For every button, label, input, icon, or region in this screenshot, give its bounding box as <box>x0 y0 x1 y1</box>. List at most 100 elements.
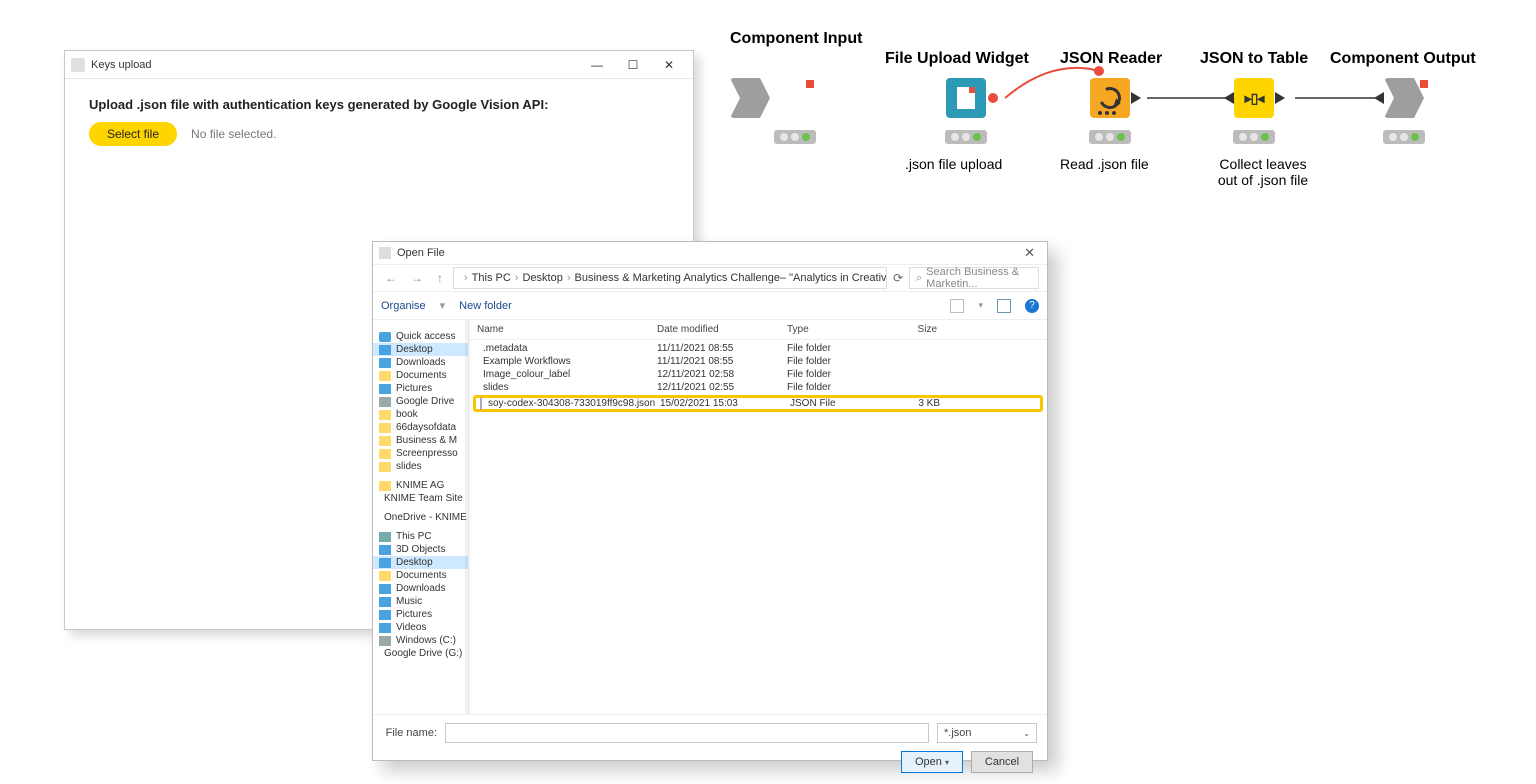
nav-item[interactable]: Downloads <box>373 356 468 369</box>
view-options-button[interactable] <box>950 299 964 313</box>
node-status <box>945 130 987 144</box>
node-status <box>1383 130 1425 144</box>
toolbar-row: Organise▾ New folder ▾ ? <box>373 292 1047 320</box>
minimize-button[interactable]: ― <box>579 54 615 76</box>
maximize-button[interactable]: ☐ <box>615 54 651 76</box>
node-sub: Read .json file <box>1060 156 1149 172</box>
breadcrumb-item[interactable]: Desktop <box>522 272 562 284</box>
component-input-node[interactable] <box>730 78 770 118</box>
nav-thispc[interactable]: This PC <box>373 530 468 543</box>
json-to-table-node[interactable]: ▸▯◂ <box>1234 78 1274 118</box>
col-size[interactable]: Size <box>877 324 937 335</box>
node-title: Component Output <box>1330 50 1476 68</box>
node-title: File Upload Widget <box>885 50 1029 68</box>
nav-item[interactable]: KNIME Team Site <box>373 492 468 505</box>
file-type-filter[interactable]: *.json⌄ <box>937 723 1037 743</box>
address-row: ← → ↑ › This PC › Desktop › Business & M… <box>373 264 1047 292</box>
flow-var-out-icon <box>988 93 998 103</box>
nav-item[interactable]: Windows (C:) <box>373 634 468 647</box>
file-icon <box>957 87 975 109</box>
node-status <box>1233 130 1275 144</box>
search-input[interactable]: ⌕ Search Business & Marketin... <box>909 267 1039 289</box>
nav-item[interactable]: book <box>373 408 468 421</box>
nav-item[interactable]: Music <box>373 595 468 608</box>
nav-item[interactable]: Documents <box>373 569 468 582</box>
nav-item[interactable]: Pictures <box>373 608 468 621</box>
nav-item[interactable]: Videos <box>373 621 468 634</box>
component-output-node[interactable] <box>1384 78 1424 118</box>
file-name-input[interactable] <box>445 723 929 743</box>
node-title: JSON to Table <box>1200 50 1308 68</box>
json-reader-node[interactable] <box>1090 78 1130 118</box>
nav-onedrive[interactable]: OneDrive - KNIME <box>373 511 468 524</box>
nav-knime[interactable]: KNIME AG <box>373 479 468 492</box>
data-out-port-icon <box>1275 92 1285 104</box>
select-file-button[interactable]: Select file <box>89 122 177 146</box>
keys-heading: Upload .json file with authentication ke… <box>89 97 669 112</box>
node-sub: Collect leaves out of .json file <box>1208 156 1318 188</box>
breadcrumb-item[interactable]: Business & Marketing Analytics Challenge… <box>575 272 887 284</box>
nav-quick-access[interactable]: Quick access <box>373 330 468 343</box>
nav-fwd-button[interactable]: → <box>407 271 427 285</box>
file-row[interactable]: Image_colour_label12/11/2021 02:58File f… <box>469 368 1047 381</box>
keys-titlebar: Keys upload ― ☐ ✕ <box>65 51 693 79</box>
node-title: JSON Reader <box>1060 50 1162 68</box>
workflow-canvas: Component Input File Upload Widget .json… <box>730 30 1520 230</box>
nav-item[interactable]: Desktop <box>373 556 468 569</box>
open-file-title: Open File <box>397 247 445 259</box>
file-row[interactable]: soy-codex-304308-733019ff9c98.json15/02/… <box>473 395 1043 412</box>
data-in-port-icon <box>1374 92 1384 104</box>
node-title: Component Input <box>730 30 862 48</box>
data-out-port-icon <box>1131 92 1141 104</box>
open-button[interactable]: Open ▾ <box>901 751 963 773</box>
nav-item[interactable]: 66daysofdata <box>373 421 468 434</box>
json-table-icon: ▸▯◂ <box>1245 90 1264 107</box>
new-folder-button[interactable]: New folder <box>459 300 512 312</box>
file-row[interactable]: .metadata11/11/2021 08:55File folder <box>469 342 1047 355</box>
nav-item[interactable]: slides <box>373 460 468 473</box>
col-date[interactable]: Date modified <box>657 324 787 335</box>
nav-pane: Quick access Desktop Downloads Documents… <box>373 320 469 714</box>
nav-item[interactable]: Screenpresso <box>373 447 468 460</box>
refresh-button[interactable]: ⟳ <box>893 271 903 285</box>
open-footer: File name: *.json⌄ Open ▾ Cancel <box>373 714 1047 781</box>
nav-item[interactable]: Business & M <box>373 434 468 447</box>
organise-menu[interactable]: Organise <box>381 300 426 312</box>
open-file-window: Open File ✕ ← → ↑ › This PC › Desktop › … <box>372 241 1048 761</box>
keys-title: Keys upload <box>91 59 152 71</box>
file-list: Name Date modified Type Size .metadata11… <box>469 320 1047 714</box>
dialog-icon <box>379 247 391 259</box>
file-row[interactable]: slides12/11/2021 02:55File folder <box>469 381 1047 394</box>
file-upload-node[interactable] <box>946 78 986 118</box>
search-placeholder: Search Business & Marketin... <box>926 266 1032 290</box>
nav-item[interactable]: Pictures <box>373 382 468 395</box>
flow-var-in-icon <box>1094 66 1104 76</box>
nav-item[interactable]: 3D Objects <box>373 543 468 556</box>
node-status <box>1089 130 1131 144</box>
file-name-label: File name: <box>383 727 437 739</box>
breadcrumb-item[interactable]: This PC <box>472 272 511 284</box>
nav-item[interactable]: Desktop <box>373 343 468 356</box>
flow-var-port-icon <box>806 80 814 88</box>
nav-item[interactable]: Downloads <box>373 582 468 595</box>
open-close-button[interactable]: ✕ <box>1018 245 1041 261</box>
reader-icon <box>1096 84 1124 112</box>
preview-pane-button[interactable] <box>997 299 1011 313</box>
nav-item[interactable]: Documents <box>373 369 468 382</box>
cancel-button[interactable]: Cancel <box>971 751 1033 773</box>
node-sub: .json file upload <box>905 156 1002 172</box>
close-button[interactable]: ✕ <box>651 54 687 76</box>
nav-back-button[interactable]: ← <box>381 271 401 285</box>
app-icon <box>71 58 85 72</box>
breadcrumb[interactable]: › This PC › Desktop › Business & Marketi… <box>453 267 887 289</box>
help-button[interactable]: ? <box>1025 299 1039 313</box>
flow-var-port-icon <box>1420 80 1428 88</box>
open-file-titlebar: Open File ✕ <box>373 242 1047 264</box>
col-name[interactable]: Name <box>477 324 657 335</box>
nav-item[interactable]: Google Drive (G:) <box>373 647 468 660</box>
no-file-label: No file selected. <box>191 127 276 141</box>
col-type[interactable]: Type <box>787 324 877 335</box>
file-row[interactable]: Example Workflows11/11/2021 08:55File fo… <box>469 355 1047 368</box>
nav-up-button[interactable]: ↑ <box>433 271 447 285</box>
nav-item[interactable]: Google Drive <box>373 395 468 408</box>
